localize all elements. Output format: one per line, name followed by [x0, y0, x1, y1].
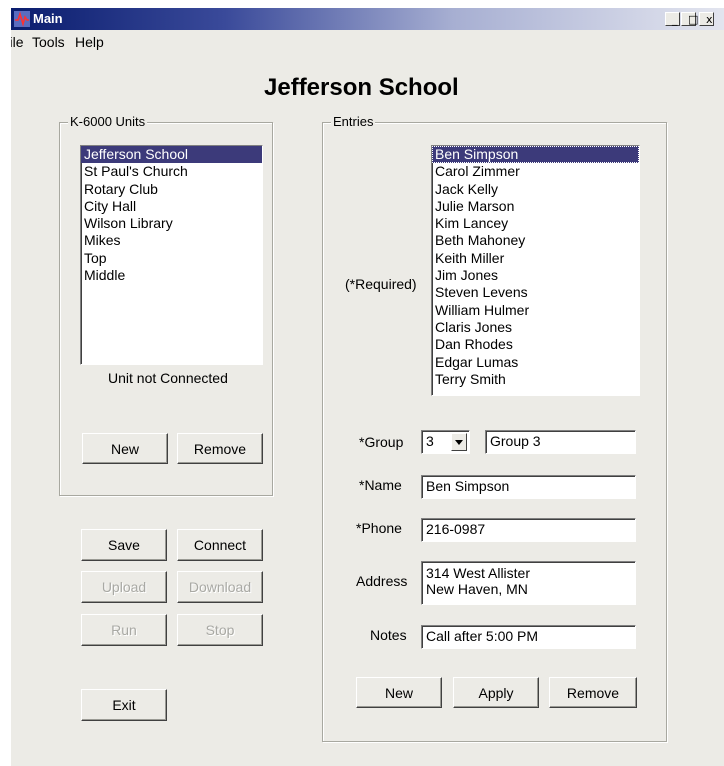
- phone-field[interactable]: 216-0987: [421, 518, 636, 542]
- entries-list[interactable]: Ben Simpson Carol Zimmer Jack Kelly Juli…: [431, 145, 640, 396]
- close-button[interactable]: x: [699, 12, 714, 26]
- entry-apply-button[interactable]: Apply: [453, 677, 539, 708]
- save-button[interactable]: Save: [81, 529, 167, 561]
- list-item[interactable]: Mikes: [81, 232, 262, 249]
- address-field[interactable]: 314 West Allister New Haven, MN: [421, 561, 636, 605]
- list-item[interactable]: Julie Marson: [432, 198, 639, 215]
- menu-file[interactable]: File: [11, 34, 24, 50]
- unit-new-button[interactable]: New: [82, 433, 168, 464]
- app-icon: [14, 11, 30, 27]
- address-line-1: 314 West Allister: [426, 565, 531, 581]
- list-item[interactable]: Carol Zimmer: [432, 163, 639, 180]
- entries-legend: Entries: [331, 114, 376, 129]
- chevron-down-icon[interactable]: [451, 433, 467, 451]
- phone-label: *Phone: [356, 520, 402, 536]
- list-item[interactable]: St Paul's Church: [81, 163, 262, 180]
- address-line-2: New Haven, MN: [426, 581, 528, 597]
- list-item[interactable]: City Hall: [81, 198, 262, 215]
- list-item[interactable]: Dan Rhodes: [432, 336, 639, 353]
- list-item[interactable]: Terry Smith: [432, 371, 639, 388]
- list-item[interactable]: Jack Kelly: [432, 181, 639, 198]
- window-title: Main: [33, 11, 63, 26]
- list-item[interactable]: William Hulmer: [432, 302, 639, 319]
- download-button[interactable]: Download: [177, 571, 263, 603]
- upload-button[interactable]: Upload: [81, 571, 167, 603]
- connect-button[interactable]: Connect: [177, 529, 263, 561]
- list-item[interactable]: Keith Miller: [432, 250, 639, 267]
- list-item[interactable]: Claris Jones: [432, 319, 639, 336]
- list-item[interactable]: Kim Lancey: [432, 215, 639, 232]
- group-name-field[interactable]: Group 3: [485, 430, 636, 454]
- group-number-select[interactable]: 3: [421, 430, 470, 454]
- menu-tools[interactable]: Tools: [32, 34, 65, 50]
- list-item[interactable]: Top: [81, 250, 262, 267]
- main-window: Main _ □ x File Tools Help Jefferson Sch…: [10, 7, 724, 766]
- maximize-button[interactable]: □: [681, 12, 698, 26]
- list-item[interactable]: Jefferson School: [81, 146, 262, 164]
- entry-new-button[interactable]: New: [356, 677, 442, 708]
- address-label: Address: [356, 573, 408, 589]
- list-item[interactable]: Middle: [81, 267, 262, 284]
- stop-button[interactable]: Stop: [177, 614, 263, 646]
- units-legend: K-6000 Units: [68, 114, 148, 129]
- list-item[interactable]: Ben Simpson: [432, 146, 639, 164]
- list-item[interactable]: Wilson Library: [81, 215, 262, 232]
- unit-status: Unit not Connected: [108, 370, 228, 386]
- minimize-button[interactable]: _: [665, 12, 680, 26]
- name-field[interactable]: Ben Simpson: [421, 475, 636, 499]
- menu-help[interactable]: Help: [75, 34, 104, 50]
- notes-field[interactable]: Call after 5:00 PM: [421, 625, 636, 649]
- unit-remove-button[interactable]: Remove: [177, 433, 263, 464]
- list-item[interactable]: Edgar Lumas: [432, 354, 639, 371]
- notes-label: Notes: [370, 627, 407, 643]
- list-item[interactable]: Beth Mahoney: [432, 232, 639, 249]
- exit-button[interactable]: Exit: [81, 689, 167, 721]
- page-title: Jefferson School: [264, 74, 459, 101]
- entry-remove-button[interactable]: Remove: [549, 677, 637, 708]
- run-button[interactable]: Run: [81, 614, 167, 646]
- required-note: (*Required): [345, 276, 417, 292]
- list-item[interactable]: Jim Jones: [432, 267, 639, 284]
- title-bar[interactable]: Main _ □ x: [11, 8, 724, 30]
- group-number-value: 3: [426, 433, 434, 449]
- units-list[interactable]: Jefferson School St Paul's Church Rotary…: [80, 145, 263, 365]
- name-label: *Name: [359, 477, 402, 493]
- list-item[interactable]: Rotary Club: [81, 181, 262, 198]
- group-label: *Group: [359, 434, 404, 450]
- list-item[interactable]: Steven Levens: [432, 284, 639, 301]
